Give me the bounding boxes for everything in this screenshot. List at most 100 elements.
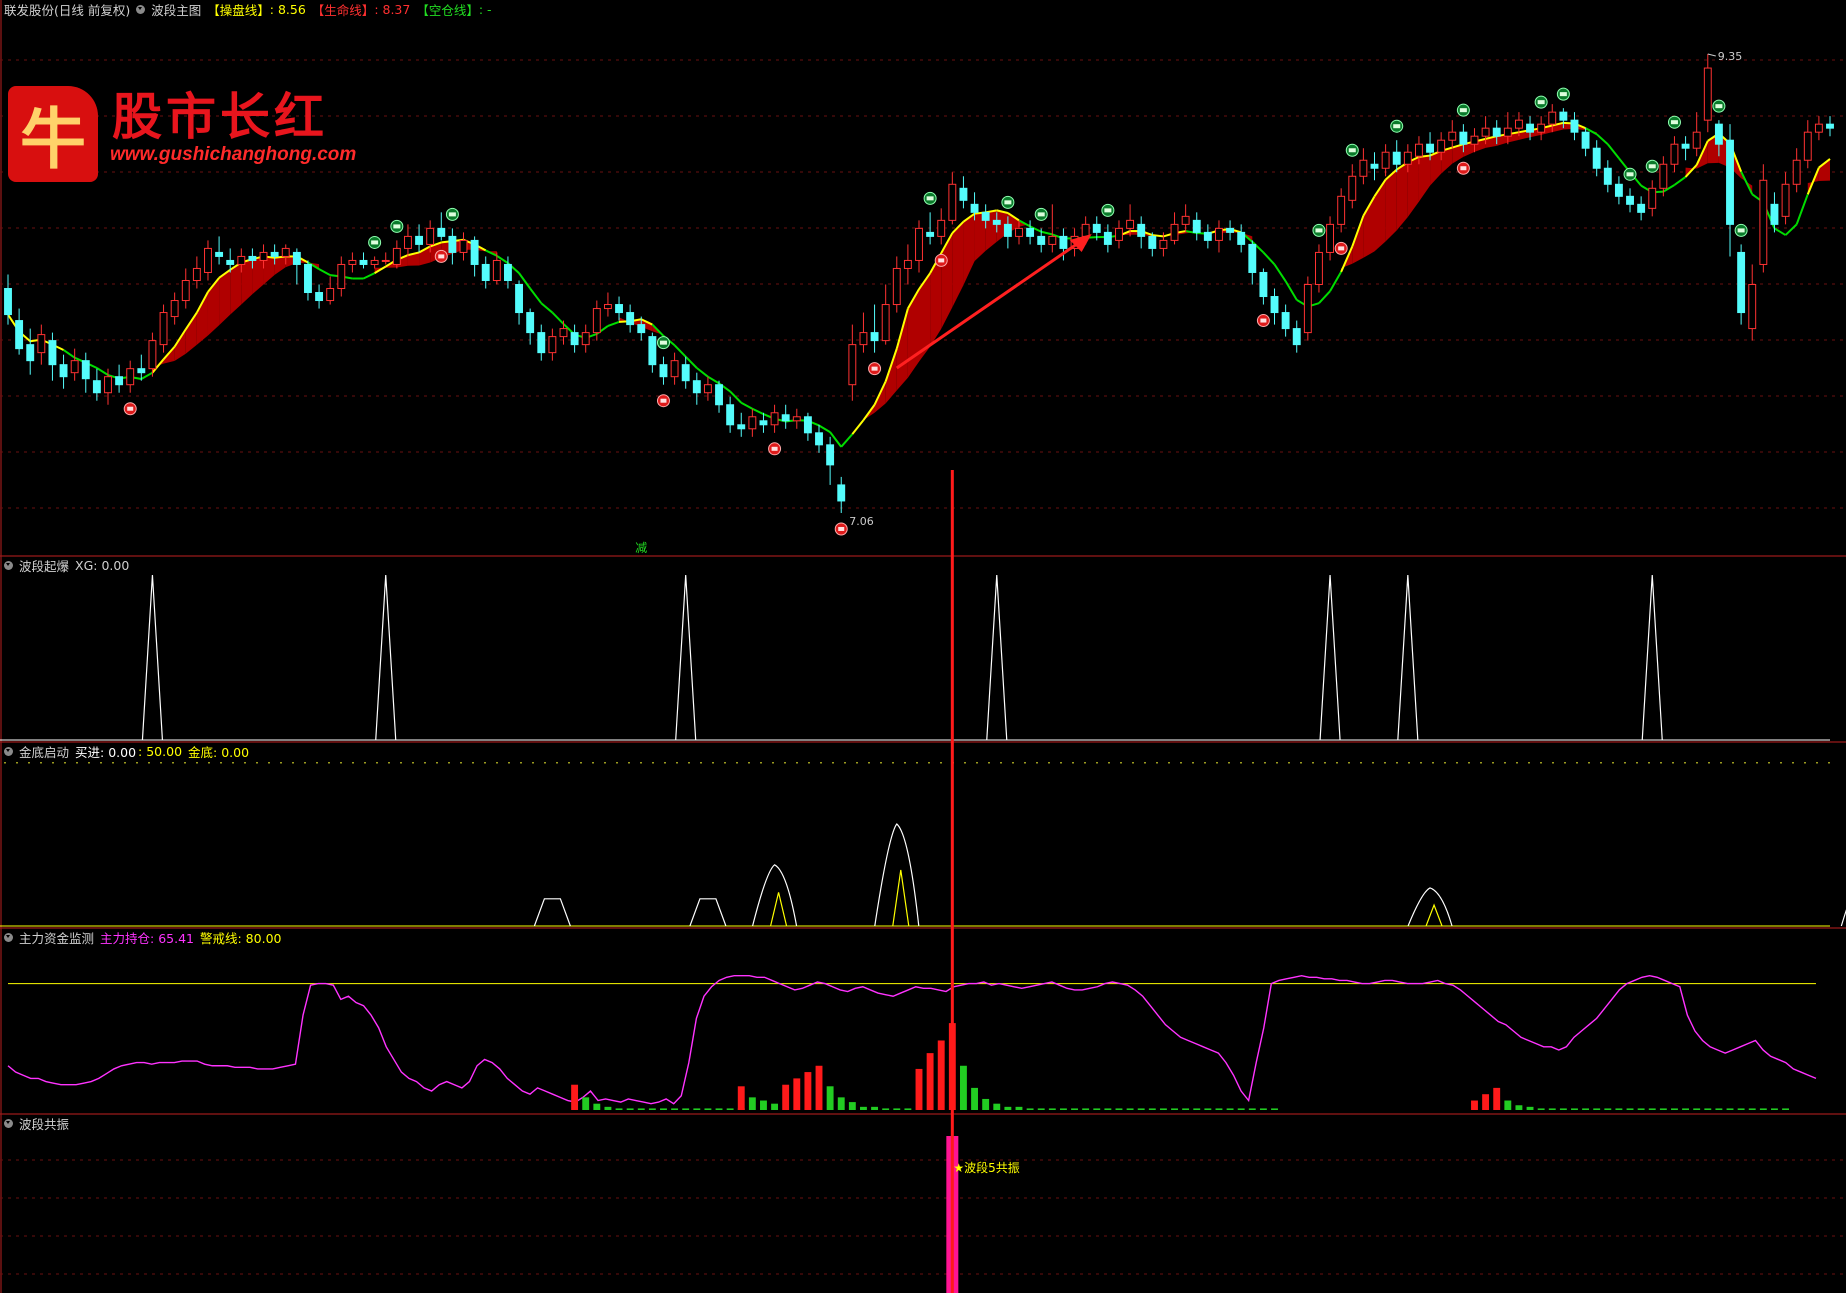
panel-title[interactable]: 金底启动 <box>19 742 69 761</box>
reference-dots <box>784 762 786 764</box>
reference-dots <box>1096 762 1098 764</box>
candle-body <box>1159 239 1168 249</box>
panel-menu-icon[interactable] <box>4 746 13 756</box>
stock-title[interactable]: 联发股份(日线 前复权) <box>4 0 130 19</box>
sell-signal-glyph <box>371 240 379 245</box>
reference-dots <box>652 762 654 764</box>
golden-bottom-chart[interactable] <box>0 762 1846 927</box>
fund-bar <box>1548 1108 1556 1110</box>
panel-menu-icon[interactable] <box>4 932 13 942</box>
reference-dots <box>700 762 702 764</box>
reference-dots <box>1696 762 1698 764</box>
candle-body <box>1281 312 1290 330</box>
reference-dots <box>28 762 30 764</box>
candle-body <box>1614 183 1623 197</box>
panel-title[interactable]: 波段起爆 <box>19 556 69 575</box>
candle-body <box>1670 143 1679 165</box>
operate-line-segment <box>1773 227 1787 236</box>
sell-signal-glyph <box>926 196 934 201</box>
fund-bar <box>693 1108 701 1110</box>
main-fund-monitor-chart[interactable] <box>7 974 1846 1110</box>
operate-line-segment <box>1284 280 1298 301</box>
buy-signal-glyph <box>1338 246 1345 251</box>
reference-dots <box>268 762 270 764</box>
buy-signal-glyph <box>838 526 845 531</box>
reference-dots <box>280 762 282 764</box>
candle-body <box>1448 131 1457 141</box>
sell-signal-glyph <box>1348 148 1356 153</box>
fund-bar <box>804 1072 812 1110</box>
reference-dots <box>1132 762 1134 764</box>
high-price-label: 9.35 <box>1718 50 1743 63</box>
reference-dots <box>232 762 234 764</box>
fund-bar <box>1559 1108 1567 1110</box>
candle-body <box>1203 231 1212 241</box>
fund-bar <box>704 1108 712 1110</box>
reference-dots <box>376 762 378 764</box>
operate-line-segment <box>1040 230 1053 236</box>
trend-band <box>941 233 953 329</box>
dropdown-icon[interactable] <box>136 4 146 14</box>
reference-dots <box>1276 762 1278 764</box>
reference-dots <box>136 762 138 764</box>
candle-body <box>270 251 279 257</box>
fund-bar <box>1737 1108 1745 1110</box>
candle-body <box>515 284 523 314</box>
fund-bar <box>837 1097 845 1110</box>
reference-dots <box>1564 762 1566 764</box>
candle-body <box>903 259 912 269</box>
candle-body <box>1426 143 1434 153</box>
fund-bar <box>1159 1108 1167 1110</box>
candle-body <box>337 263 346 290</box>
golden-bottom-curve <box>533 898 571 927</box>
reference-dots <box>1156 762 1158 764</box>
trend-band <box>241 259 253 305</box>
watermark-title: 股市长红 <box>112 87 328 146</box>
reference-dots <box>1408 762 1410 764</box>
fund-bar <box>682 1108 690 1110</box>
reference-dots <box>664 762 666 764</box>
candle-body <box>26 344 35 362</box>
candle-body <box>370 259 379 265</box>
fund-bar <box>1482 1094 1490 1110</box>
panel-menu-icon[interactable] <box>4 1118 13 1128</box>
fund-bar <box>1504 1100 1512 1110</box>
buy-signal-glyph <box>1460 166 1467 171</box>
candle-body <box>1259 271 1268 298</box>
panel-menu-icon[interactable] <box>4 560 13 570</box>
reference-dots <box>1336 762 1338 764</box>
fund-bar <box>1126 1108 1134 1110</box>
golden-bottom-curve <box>1840 909 1846 927</box>
reference-dots <box>1660 762 1662 764</box>
candle-body <box>1626 195 1634 205</box>
buy-signal-glyph <box>127 406 134 411</box>
reference-dots <box>892 762 894 764</box>
sell-signal-glyph <box>1737 228 1745 233</box>
operate-line-segment <box>818 424 831 433</box>
reference-dots <box>1084 762 1086 764</box>
candle-body <box>1726 139 1734 225</box>
golden-bottom-curve <box>874 823 920 927</box>
chart-canvas[interactable]: 9.357.06减张腾财 ★波段5共振 <box>0 0 1846 1293</box>
candle-body <box>848 344 857 386</box>
candle-body <box>104 376 112 394</box>
operate-line-segment <box>551 311 565 325</box>
trend-band <box>896 308 908 391</box>
candle-body <box>481 263 490 281</box>
candle-body <box>1737 251 1746 314</box>
fund-bar <box>1004 1106 1012 1110</box>
reference-dots <box>436 762 438 764</box>
panel-title[interactable]: 主力资金监测 <box>19 928 94 947</box>
reference-dots <box>1024 762 1026 764</box>
wave-breakout-chart[interactable] <box>0 574 1846 741</box>
operate-line-segment <box>1784 223 1798 236</box>
candle-body <box>781 414 790 422</box>
reference-dots <box>1324 762 1326 764</box>
breakout-spike <box>1641 574 1663 741</box>
candle-body <box>1437 139 1446 153</box>
candle-body <box>503 263 512 281</box>
panel-title[interactable]: 波段共振 <box>19 1114 69 1133</box>
indicator-name[interactable]: 波段主图 <box>151 0 201 19</box>
candle-body <box>1581 131 1590 149</box>
reference-dots <box>1540 762 1542 764</box>
